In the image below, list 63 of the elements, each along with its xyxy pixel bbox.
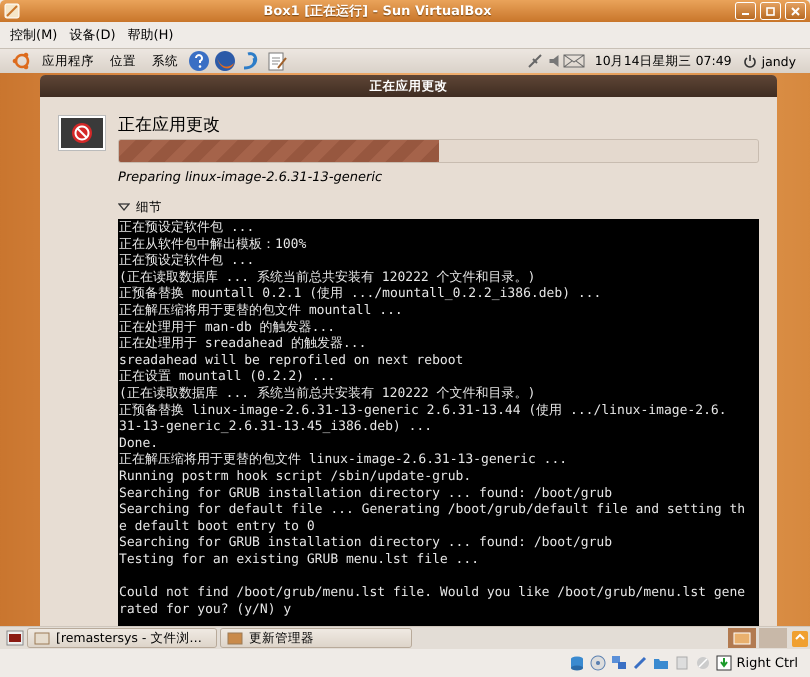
terminal-line: Could not find /boot/grub/menu.lst file. Would you like /boot/grub/menu.lst gene <box>119 585 746 602</box>
terminal-line: Done. <box>119 436 160 452</box>
logo-icon <box>12 51 32 71</box>
network-icon <box>610 655 626 671</box>
user-name[interactable]: jandy <box>762 54 802 68</box>
dialog-heading: 正在应用更改 <box>118 114 221 137</box>
power-icon <box>742 53 758 69</box>
show-desktop-icon <box>6 630 24 646</box>
stop-icon <box>58 115 106 151</box>
details-expander[interactable]: 细节 <box>118 199 759 215</box>
terminal-line: e default boot entry to 0 <box>119 518 316 536</box>
triangle-icon <box>118 202 130 212</box>
cd-icon <box>590 655 606 671</box>
maximize-button[interactable] <box>760 2 781 20</box>
terminal-line: 正在处理用于 man-db 的触发器... <box>119 320 336 336</box>
app-icon <box>4 3 20 19</box>
panel-menu[interactable]: 应用程序 <box>36 52 100 70</box>
terminal-line: 正在预设定软件包 ... <box>119 220 256 237</box>
maximize-icon <box>766 6 775 16</box>
window-title: Box1 [正在运行] - Sun VirtualBox <box>262 3 493 20</box>
terminal-line: Searching for GRUB installation directory ... found: /boot/grub <box>119 535 614 552</box>
menu-item[interactable]: 控制(M) <box>4 26 64 44</box>
window-icon <box>34 631 50 645</box>
workspace-icon <box>759 628 787 648</box>
terminal-line: 正在解压缩将用于更替的包文件 linux-image-2.6.31-13-generic ... <box>119 452 568 469</box>
dialog-title: 正在应用更改 <box>40 75 777 97</box>
terminal-line: 正在从软件包中解出模板：100% <box>119 236 308 253</box>
status-text: Preparing linux-image-2.6.31-13-generic <box>118 170 384 185</box>
browser-icon <box>214 50 236 72</box>
terminal-line: 正在设置 mountall (0.2.2) ... <box>119 369 336 386</box>
terminal-line: (正在读取数据库 ... 系统当前总共安装有 120222 个文件和目录。) <box>119 386 536 403</box>
taskbar-button[interactable]: 更新管理器 <box>220 628 412 648</box>
terminal-line: 正在解压缩将用于更替的包文件 mountall ... <box>119 302 404 320</box>
terminal-line: Searching for default file ... Generating /boot/grub/default file and setting th <box>119 502 746 519</box>
terminal-line: rated for you? (y/N) y <box>119 602 292 618</box>
taskbar-button[interactable]: [remastersys - 文件浏… <box>27 628 217 648</box>
close-icon <box>791 6 800 16</box>
terminal-line: 正在处理用于 sreadahead 的触发器... <box>119 336 368 353</box>
terminal-line: 31-13-generic_2.6.31-13.45_i386.deb) ... <box>119 419 434 436</box>
terminal-line: sreadahead will be reprofiled on next reboot <box>119 352 464 370</box>
minimize-button[interactable] <box>735 2 756 20</box>
disk-icon <box>568 655 584 671</box>
host-key-label: Right Ctrl <box>736 656 798 670</box>
close-button[interactable] <box>785 2 806 20</box>
terminal-line: 正在预设定软件包 ... <box>119 253 256 270</box>
clock[interactable]: 10月14日星期三 07:49 <box>588 52 738 70</box>
menu-item[interactable]: 帮助(H) <box>122 26 180 44</box>
terminal-line: (正在读取数据库 ... 系统当前总共安装有 120222 个文件和目录。) <box>119 270 536 286</box>
terminal-line: Testing for an existing GRUB menu.lst file ... <box>119 552 480 568</box>
panel-menu[interactable]: 系统 <box>146 52 184 70</box>
mail-icon <box>562 53 585 69</box>
terminal-line: 正预备替换 mountall 0.2.1 (使用 .../mountall_0.2.2_i386.deb) ... <box>119 286 602 303</box>
help-icon <box>188 50 210 72</box>
terminal-line: Running postrm hook script /sbin/update-grub. <box>119 468 472 486</box>
menu-item[interactable]: 设备(D) <box>63 26 122 44</box>
speaker-icon <box>548 55 559 67</box>
terminal-line: 正预备替换 linux-image-2.6.31-13-generic 2.6.31-13.44 (使用 .../linux-image-2.6. <box>119 402 728 420</box>
workspace-icon <box>728 628 756 648</box>
minimize-icon <box>741 13 750 15</box>
terminal-line: Searching for GRUB installation directory ... found: /boot/grub <box>119 486 614 502</box>
panel-menu[interactable]: 位置 <box>104 52 142 70</box>
window-icon <box>227 631 243 645</box>
notepad-icon <box>266 50 288 72</box>
